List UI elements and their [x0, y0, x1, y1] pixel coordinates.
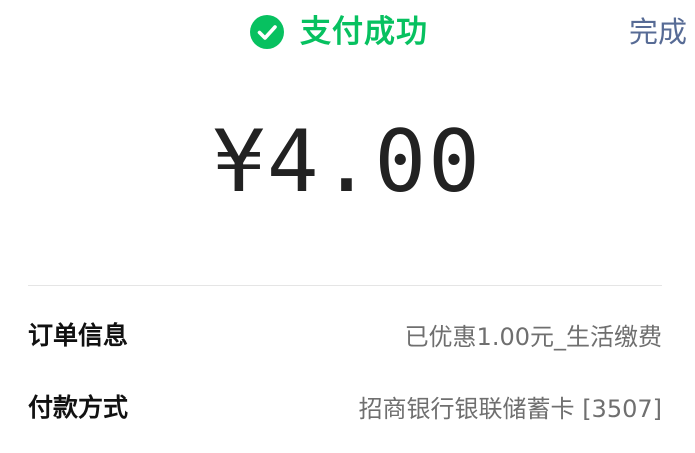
payment-status: 支付成功 — [250, 10, 428, 54]
divider — [28, 285, 662, 286]
check-circle-icon — [250, 15, 284, 49]
payment-method-row: 付款方式 招商银行银联储蓄卡 [3507] — [28, 384, 662, 428]
payment-method-label: 付款方式 — [28, 393, 129, 422]
order-info-row: 订单信息 已优惠1.00元_生活缴费 — [28, 312, 662, 356]
payment-method-value: 招商银行银联储蓄卡 [3507] — [358, 394, 662, 423]
status-text: 支付成功 — [300, 14, 428, 50]
done-button[interactable]: 完成 — [629, 12, 687, 52]
order-info-value: 已优惠1.00元_生活缴费 — [404, 322, 662, 351]
order-info-label: 订单信息 — [28, 321, 129, 350]
header: 支付成功 完成 — [0, 0, 695, 64]
payment-amount: ¥4.00 — [213, 112, 482, 212]
